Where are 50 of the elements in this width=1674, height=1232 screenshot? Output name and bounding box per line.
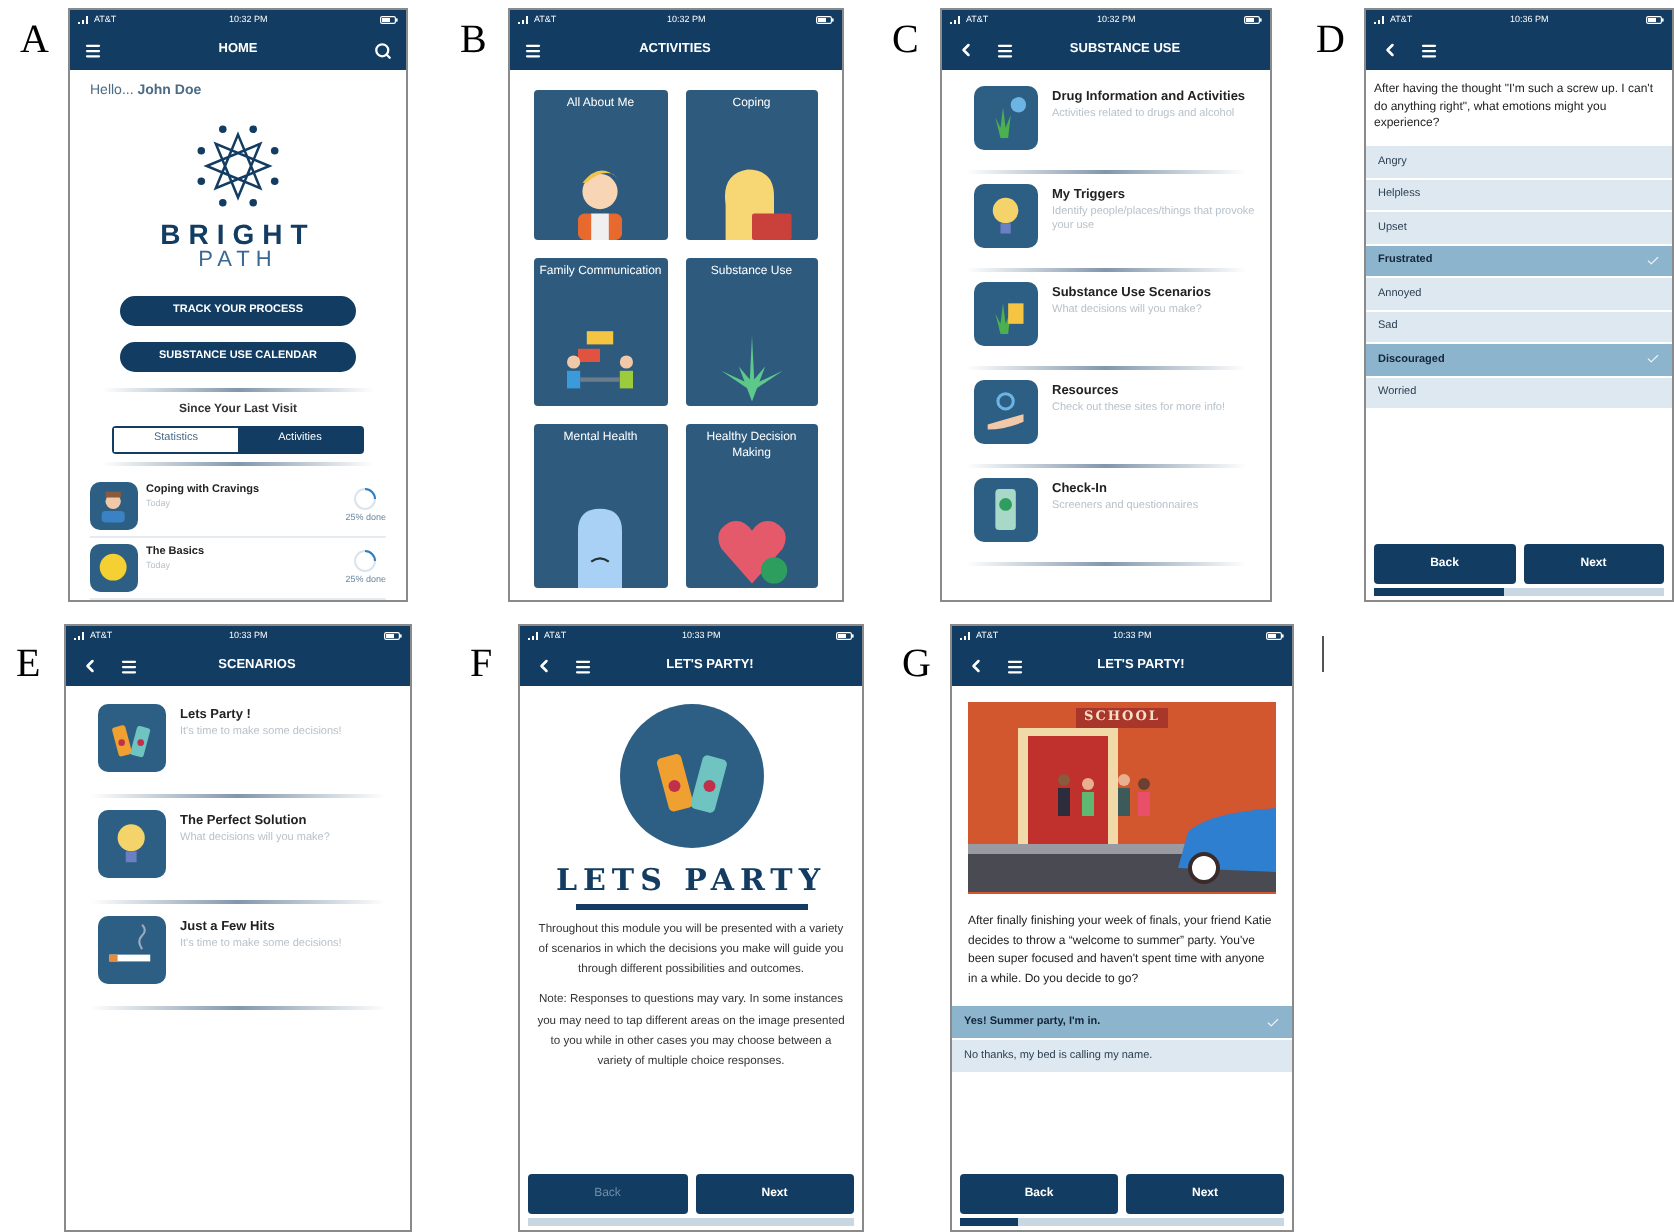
progress-ring: [352, 485, 379, 512]
back-icon[interactable]: [1380, 40, 1400, 60]
back-icon[interactable]: [966, 656, 986, 676]
check-icon: [1646, 253, 1660, 268]
module-heading: LETS PARTY: [555, 866, 827, 896]
check-icon: [1266, 1015, 1280, 1030]
signal-icon: [960, 632, 972, 640]
person-icon: [90, 481, 138, 529]
cigarette-icon: [98, 916, 166, 984]
progress-ring: [352, 547, 379, 574]
signal-icon: [518, 16, 530, 24]
signal-icon: [528, 632, 540, 640]
menu-icon[interactable]: [996, 41, 1014, 59]
back-icon[interactable]: [534, 656, 554, 676]
battery-icon: [836, 632, 854, 640]
battery-icon: [1244, 16, 1262, 24]
menu-icon[interactable]: [1006, 657, 1024, 675]
battery-icon: [384, 632, 402, 640]
phone-check-icon: [974, 478, 1038, 542]
battery-icon: [816, 16, 834, 24]
bottles-icon: [98, 704, 166, 772]
battery-icon: [1646, 16, 1664, 24]
signal-icon: [950, 16, 962, 24]
panel-label: E: [16, 640, 43, 690]
lightbulb-icon: [974, 184, 1038, 248]
panel-label: F: [470, 640, 495, 690]
menu-icon[interactable]: [574, 657, 592, 675]
menu-icon[interactable]: [1420, 41, 1438, 59]
brand-tagline: PATH: [198, 249, 278, 271]
panel-label: D: [1316, 16, 1347, 66]
leaf-mug-icon: [974, 282, 1038, 346]
menu-icon[interactable]: [84, 41, 102, 59]
signal-icon: [78, 16, 90, 24]
panel-label: G: [902, 640, 933, 690]
back-icon[interactable]: [80, 656, 100, 676]
back-icon[interactable]: [956, 40, 976, 60]
panel-label: B: [460, 16, 489, 66]
search-icon[interactable]: [374, 41, 392, 59]
battery-icon: [380, 16, 398, 24]
lightbulb-icon: [98, 810, 166, 878]
leaf-info-icon: [974, 86, 1038, 150]
menu-icon[interactable]: [524, 41, 542, 59]
battery-icon: [1266, 632, 1284, 640]
signal-icon: [1374, 16, 1386, 24]
panel-label: A: [20, 16, 51, 66]
signal-icon: [74, 632, 86, 640]
panel-label: C: [892, 16, 921, 66]
brand-name: BRIGHT: [160, 219, 316, 247]
menu-icon[interactable]: [120, 657, 138, 675]
check-icon: [1646, 352, 1660, 367]
